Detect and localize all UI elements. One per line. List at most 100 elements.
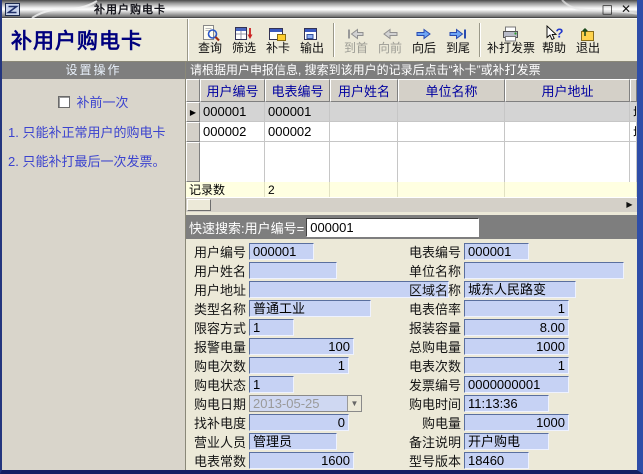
detail-form: 用户编号000001用户姓名用户地址类型名称普通工业限容方式1报警电量100购电… xyxy=(186,239,637,470)
purchase-date-combobox[interactable]: 2013-05-25▼ xyxy=(249,395,362,412)
field-label: 找补电度 xyxy=(189,413,246,432)
field-label: 购电时间 xyxy=(404,394,461,413)
column-header-4[interactable]: 单位名称 xyxy=(398,79,505,102)
exit-button[interactable]: 退出 xyxy=(571,20,605,60)
table-cell[interactable] xyxy=(398,102,505,122)
field-value[interactable]: 1 xyxy=(249,319,294,336)
form-row: 购电量1000 xyxy=(404,414,624,431)
form-row: 单位名称 xyxy=(404,262,624,279)
field-label: 购电次数 xyxy=(189,356,246,375)
sidebar-header: 设置操作 xyxy=(2,62,185,79)
checkbox-label: 补前一次 xyxy=(76,92,128,111)
field-value[interactable]: 1 xyxy=(249,376,294,393)
table-cell[interactable] xyxy=(330,102,398,122)
field-value[interactable]: 开户购电 xyxy=(464,433,549,450)
field-value[interactable]: 000001 xyxy=(464,243,529,260)
query-button[interactable]: 查询 xyxy=(193,20,227,60)
window-title: 补用户购电卡 xyxy=(94,1,166,17)
table-cell[interactable]: 000001 xyxy=(200,102,265,122)
field-value[interactable]: 城东人民路变 xyxy=(464,281,576,298)
field-label: 购电日期 xyxy=(189,394,246,413)
form-row: 型号版本18460 xyxy=(404,452,624,469)
quick-search-input[interactable] xyxy=(306,218,479,237)
form-row: 电表编号000001 xyxy=(404,243,624,260)
horizontal-scrollbar[interactable]: ▶ xyxy=(186,197,637,212)
table-cell[interactable] xyxy=(398,122,505,142)
main-panel: 请根据用户申报信息, 搜索到该用户的记录后点击“补卡”或补打发票 用户编号电表编… xyxy=(186,62,637,470)
prev-button: 向前 xyxy=(373,20,407,60)
form-row: 发票编号0000000001 xyxy=(404,376,624,393)
next-button[interactable]: 向后 xyxy=(407,20,441,60)
maximize-button[interactable]: □ xyxy=(602,1,613,17)
column-header-3[interactable]: 用户姓名 xyxy=(330,79,398,102)
next-button-label: 向后 xyxy=(412,42,436,55)
scrollbar-thumb[interactable] xyxy=(187,199,211,211)
column-header-5[interactable]: 用户地址 xyxy=(505,79,630,102)
table-row[interactable]: 000002000002 城 xyxy=(186,122,637,142)
scroll-right-arrow-icon[interactable]: ▶ xyxy=(623,199,636,211)
card-icon xyxy=(269,25,287,42)
form-row: 区域名称城东人民路变 xyxy=(404,281,624,298)
row-gutter xyxy=(186,122,200,142)
chevron-down-icon[interactable]: ▼ xyxy=(347,396,361,411)
close-button[interactable]: ✕ xyxy=(621,1,631,17)
field-value[interactable] xyxy=(464,262,624,279)
field-value[interactable]: 1000 xyxy=(464,338,569,355)
record-count-cell xyxy=(398,182,505,197)
field-value[interactable]: 1 xyxy=(249,357,349,374)
field-label: 电表常数 xyxy=(189,451,246,470)
exit-icon xyxy=(579,25,597,42)
field-value[interactable]: 普通工业 xyxy=(249,300,371,317)
field-value[interactable]: 1 xyxy=(464,357,569,374)
checkbox-box-icon[interactable] xyxy=(58,96,70,108)
table-cell[interactable]: 000001 xyxy=(265,102,330,122)
field-value[interactable]: 1600 xyxy=(249,452,354,469)
table-cell[interactable]: 城 xyxy=(630,102,637,122)
field-value[interactable]: 1000 xyxy=(464,414,569,431)
output-icon xyxy=(303,25,321,42)
field-value[interactable]: 11:13:36 xyxy=(464,395,549,412)
table-cell[interactable] xyxy=(330,122,398,142)
field-value[interactable]: 管理员 xyxy=(249,433,337,450)
empty-table-area xyxy=(330,142,398,182)
field-value[interactable]: 0000000001 xyxy=(464,376,569,393)
toolbar-separator xyxy=(479,23,481,57)
last-button-label: 到尾 xyxy=(446,42,470,55)
toolbar-separator xyxy=(333,23,335,57)
last-button[interactable]: 到尾 xyxy=(441,20,475,60)
field-value[interactable]: 1 xyxy=(464,300,569,317)
form-row: 报装容量8.00 xyxy=(404,319,624,336)
field-value[interactable]: 000001 xyxy=(249,243,314,260)
table-cell[interactable]: 城 xyxy=(630,122,637,142)
table-cell[interactable]: 000002 xyxy=(200,122,265,142)
field-value[interactable]: 0 xyxy=(249,414,349,431)
invoice-button-label: 补打发票 xyxy=(487,42,535,55)
form-row: 电表次数1 xyxy=(404,357,624,374)
table-cell[interactable] xyxy=(505,102,630,122)
invoice-button[interactable]: 补打发票 xyxy=(485,20,537,60)
filter-button[interactable]: 筛选 xyxy=(227,20,261,60)
field-value[interactable]: 18460 xyxy=(464,452,529,469)
column-header-1[interactable]: 用户编号 xyxy=(200,79,265,102)
table-cell[interactable] xyxy=(505,122,630,142)
field-value[interactable]: 100 xyxy=(249,338,354,355)
field-value[interactable]: 8.00 xyxy=(464,319,569,336)
field-label: 用户姓名 xyxy=(189,261,246,280)
output-button-label: 输出 xyxy=(300,42,324,55)
output-button[interactable]: 输出 xyxy=(295,20,329,60)
card-button-label: 补卡 xyxy=(266,42,290,55)
card-button[interactable]: 补卡 xyxy=(261,20,295,60)
field-value[interactable] xyxy=(249,262,337,279)
prev-button-label: 向前 xyxy=(378,42,402,55)
help-button[interactable]: ?帮助 xyxy=(537,20,571,60)
field-label: 营业人员 xyxy=(189,432,246,451)
exit-button-label: 退出 xyxy=(576,42,600,55)
filter-icon xyxy=(235,25,254,42)
table-cell[interactable]: 000002 xyxy=(265,122,330,142)
field-label: 型号版本 xyxy=(404,451,461,470)
toolbar-buttons: 查询筛选补卡输出到首向前向后到尾补打发票?帮助退出 xyxy=(188,19,605,61)
column-header-2[interactable]: 电表编号 xyxy=(265,79,330,102)
table-row[interactable]: ▶000001000001城 xyxy=(186,102,637,122)
replenish-previous-checkbox[interactable]: 补前一次 xyxy=(2,92,185,111)
sidebar-note-1: 1. 只能补正常用户的购电卡 xyxy=(8,125,185,140)
